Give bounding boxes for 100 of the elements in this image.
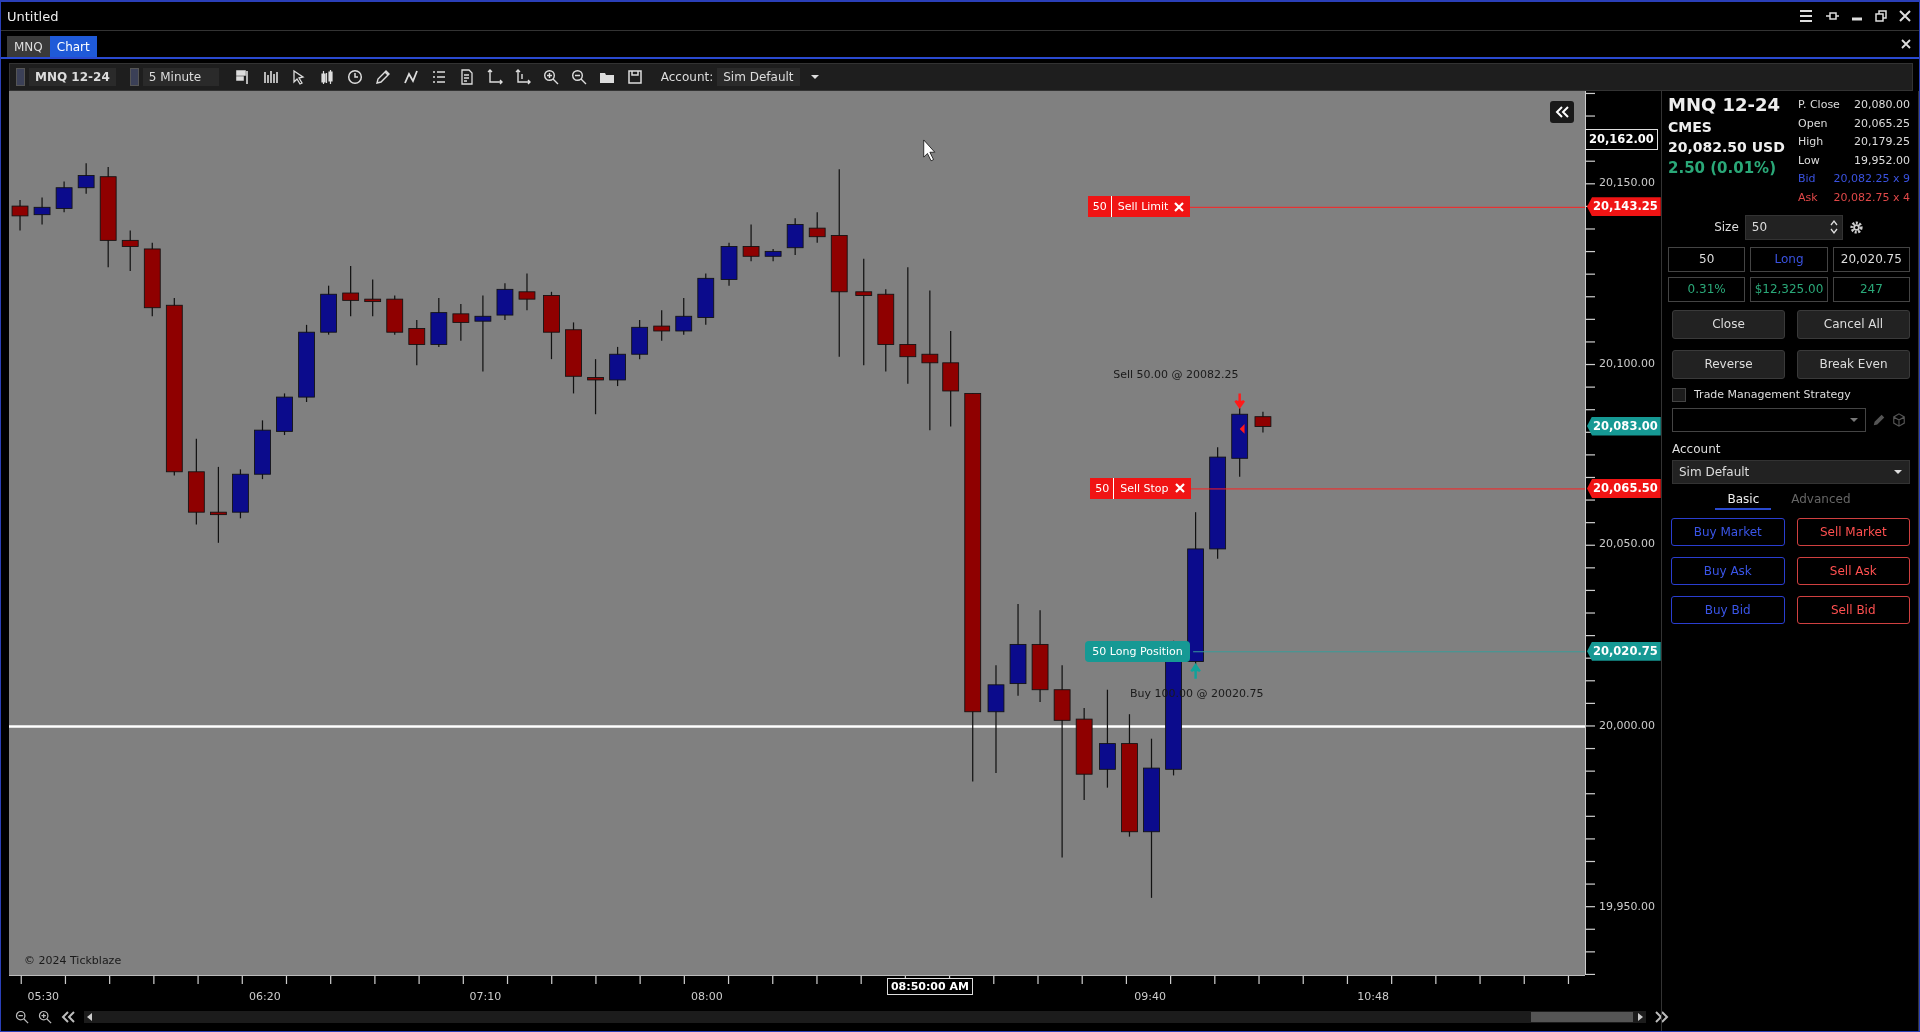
- execution-marker-icon: [1239, 424, 1245, 434]
- double-chevron-right-icon[interactable]: [1655, 1011, 1669, 1023]
- color-swatch[interactable]: [16, 68, 25, 86]
- order-button[interactable]: Buy Market: [1671, 517, 1785, 546]
- price-label: 19,950.00: [1599, 899, 1655, 913]
- settings-icon[interactable]: [1848, 219, 1864, 235]
- spin-arrows-icon[interactable]: [1829, 219, 1838, 236]
- bars-icon[interactable]: [234, 69, 251, 85]
- window-title: Untitled: [7, 8, 59, 24]
- trend-line-icon[interactable]: [402, 69, 419, 85]
- cube-icon[interactable]: [1892, 412, 1906, 427]
- checkbox[interactable]: [1672, 387, 1686, 402]
- collapse-button[interactable]: [1550, 101, 1574, 123]
- dropdown-arrow-icon[interactable]: [1893, 468, 1903, 475]
- mode-tab[interactable]: Advanced: [1779, 489, 1863, 510]
- sell-arrow-icon: [1234, 392, 1246, 410]
- candle: [55, 181, 73, 213]
- order-tag[interactable]: 50 Sell Limit: [1087, 196, 1191, 218]
- candle: [720, 242, 738, 287]
- price-tag: 20,020.75: [1587, 641, 1661, 661]
- account-dropdown[interactable]: Sim Default: [717, 68, 800, 86]
- action-button[interactable]: Break Even: [1797, 349, 1910, 379]
- account-dropdown[interactable]: Sim Default: [1672, 459, 1910, 484]
- last-price: 20,082.50 USD: [1668, 139, 1785, 155]
- time-label: 10:48: [1356, 990, 1390, 1003]
- close-icon[interactable]: [1901, 39, 1911, 49]
- pencil-icon[interactable]: [374, 69, 391, 85]
- size-label: Size: [1714, 220, 1739, 235]
- order-button[interactable]: Sell Market: [1796, 517, 1910, 546]
- candle: [675, 297, 693, 336]
- candle: [653, 309, 671, 342]
- order-button[interactable]: Sell Ask: [1796, 556, 1910, 585]
- pin-icon[interactable]: [1825, 11, 1839, 21]
- candle: [408, 319, 426, 366]
- crosshair-time-label: 08:50:00 AM: [886, 978, 973, 995]
- candle: [543, 291, 560, 360]
- mode-tab[interactable]: Basic: [1715, 489, 1772, 510]
- scrollbar[interactable]: [84, 1011, 1646, 1023]
- menu-icon[interactable]: [1799, 10, 1813, 22]
- color-swatch[interactable]: [129, 68, 139, 86]
- axis-icon[interactable]: [514, 69, 531, 85]
- stat-label: Ask: [1798, 189, 1818, 206]
- candle: [77, 162, 95, 195]
- price-tag: 20,162.00: [1585, 128, 1658, 150]
- cursor-icon[interactable]: [290, 69, 307, 85]
- order-quantity: 50: [1087, 196, 1112, 218]
- restore-icon[interactable]: [1875, 10, 1887, 22]
- order-label: Sell Stop: [1120, 481, 1169, 495]
- tab[interactable]: Chart: [49, 36, 97, 57]
- price-tag: 20,065.50: [1587, 478, 1661, 498]
- position-cell: 20,020.75: [1832, 246, 1910, 272]
- save-icon[interactable]: [626, 69, 643, 85]
- order-button[interactable]: Buy Bid: [1671, 595, 1785, 624]
- zoom-in-icon[interactable]: [542, 69, 559, 85]
- clock-icon[interactable]: [346, 69, 363, 85]
- buy-arrow-icon: [1190, 663, 1202, 680]
- scrollbar-thumb[interactable]: [1531, 1012, 1633, 1022]
- time-label: 06:20: [248, 990, 282, 1003]
- candle: [764, 248, 782, 262]
- candle: [808, 211, 826, 244]
- candle: [742, 223, 760, 262]
- candle: [232, 468, 249, 519]
- order-quantity: 50: [1090, 477, 1115, 499]
- account-label: Account: [1672, 441, 1722, 456]
- stat-value: 20,080.00: [1854, 97, 1910, 113]
- size-spinner[interactable]: 50: [1744, 214, 1843, 240]
- instrument-field[interactable]: MNQ 12-24: [29, 68, 116, 86]
- candles-icon[interactable]: [318, 69, 335, 85]
- order-label: Sell Limit: [1117, 200, 1169, 214]
- position-cell: 0.31%: [1668, 276, 1746, 302]
- symbol-title: MNQ 12-24: [1668, 94, 1782, 115]
- zoom-in-icon[interactable]: [38, 1010, 52, 1024]
- action-button[interactable]: Reverse: [1672, 349, 1785, 379]
- order-tag[interactable]: 50 Sell Stop: [1090, 477, 1191, 499]
- double-chevron-left-icon[interactable]: [61, 1011, 75, 1023]
- dropdown-arrow-icon[interactable]: [809, 74, 820, 80]
- price-label: 20,050.00: [1599, 537, 1655, 551]
- price-label: 20,100.00: [1599, 357, 1655, 371]
- action-button[interactable]: Close: [1672, 309, 1785, 339]
- order-button[interactable]: Sell Bid: [1796, 595, 1910, 624]
- price-tag: 20,083.00: [1587, 416, 1661, 436]
- action-button[interactable]: Cancel All: [1797, 309, 1910, 339]
- close-icon[interactable]: [1899, 10, 1911, 22]
- position-cell: Long: [1750, 246, 1828, 272]
- checkbox-label: Trade Management Strategy: [1694, 388, 1851, 402]
- axis-icon[interactable]: [486, 69, 503, 85]
- zoom-out-icon[interactable]: [570, 69, 587, 85]
- scroll-right-icon[interactable]: [1637, 1013, 1643, 1021]
- scroll-left-icon[interactable]: [87, 1013, 93, 1021]
- zoom-out-icon[interactable]: [15, 1010, 29, 1024]
- candle: [342, 265, 360, 317]
- candle: [496, 282, 514, 321]
- chart-type-icon[interactable]: [262, 69, 279, 85]
- position-cell: 50: [1668, 246, 1746, 272]
- tab[interactable]: MNQ: [7, 36, 50, 57]
- interval-field[interactable]: 5 Minute: [142, 68, 219, 86]
- copyright-text: © 2024 Tickblaze: [24, 954, 122, 967]
- list-icon[interactable]: [430, 69, 447, 85]
- order-button[interactable]: Buy Ask: [1671, 556, 1785, 585]
- document-icon[interactable]: [458, 69, 475, 85]
